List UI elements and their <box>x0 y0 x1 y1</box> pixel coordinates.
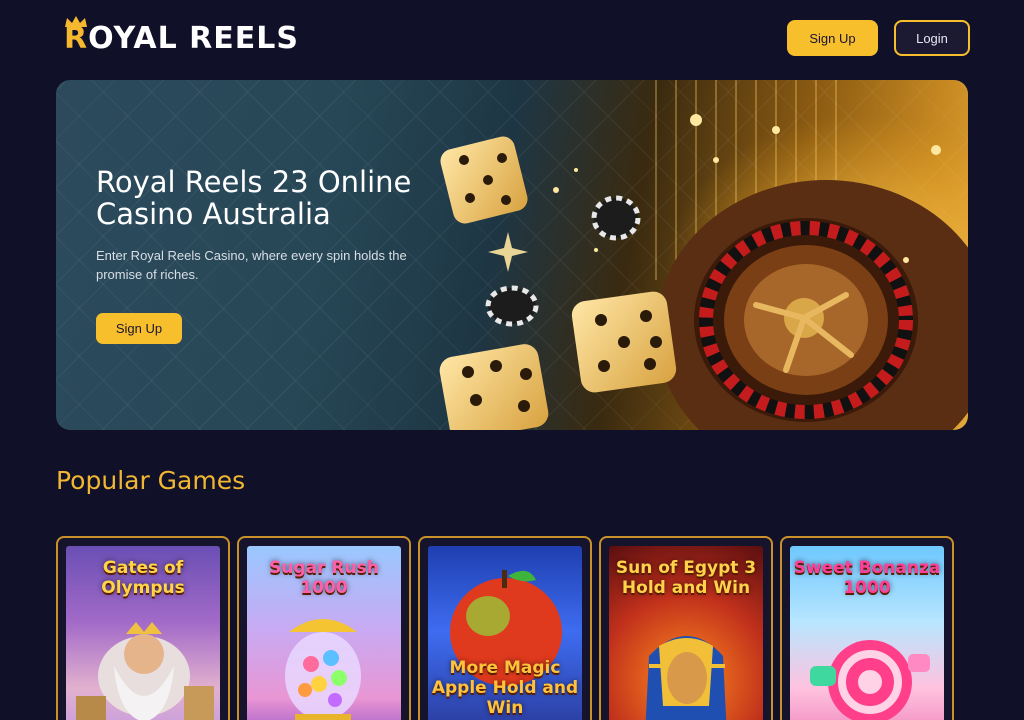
game-card-sweet-bonanza-1000[interactable]: Sweet Bonanza 1000 <box>780 536 954 720</box>
page: ROYAL REELS Sign Up Login Royal Reels 23… <box>0 0 1024 720</box>
game-thumbnail: More Magic Apple Hold and Win <box>428 546 582 720</box>
popular-games-title: Popular Games <box>56 466 246 495</box>
game-card-gates-of-olympus[interactable]: Gates of Olympus <box>56 536 230 720</box>
logo[interactable]: ROYAL REELS <box>64 16 299 60</box>
games-grid: Gates of Olympus Sugar Rush 1000 More Ma… <box>56 536 956 720</box>
signup-button[interactable]: Sign Up <box>787 20 878 56</box>
game-thumbnail: Sweet Bonanza 1000 <box>790 546 944 720</box>
game-title: Sugar Rush 1000 <box>269 558 379 598</box>
game-title: More Magic Apple Hold and Win <box>431 658 579 718</box>
game-title: Gates of Olympus <box>101 558 185 598</box>
game-card-sun-of-egypt-3[interactable]: Sun of Egypt 3 Hold and Win <box>599 536 773 720</box>
hero-signup-button[interactable]: Sign Up <box>96 313 182 344</box>
game-thumbnail: Sugar Rush 1000 <box>247 546 401 720</box>
crown-icon <box>65 16 87 27</box>
game-thumbnail: Gates of Olympus <box>66 546 220 720</box>
header: ROYAL REELS Sign Up Login <box>0 0 1024 76</box>
game-card-more-magic-apple[interactable]: More Magic Apple Hold and Win <box>418 536 592 720</box>
logo-text: ROYAL REELS <box>64 21 299 56</box>
game-thumbnail: Sun of Egypt 3 Hold and Win <box>609 546 763 720</box>
login-button[interactable]: Login <box>894 20 970 56</box>
game-card-sugar-rush-1000[interactable]: Sugar Rush 1000 <box>237 536 411 720</box>
game-title: Sun of Egypt 3 Hold and Win <box>615 558 757 598</box>
hero-banner: Royal Reels 23 Online Casino Australia E… <box>56 80 968 430</box>
game-title: Sweet Bonanza 1000 <box>793 558 941 598</box>
hero-title: Royal Reels 23 Online Casino Australia <box>96 165 412 231</box>
hero-description: Enter Royal Reels Casino, where every sp… <box>96 248 407 282</box>
